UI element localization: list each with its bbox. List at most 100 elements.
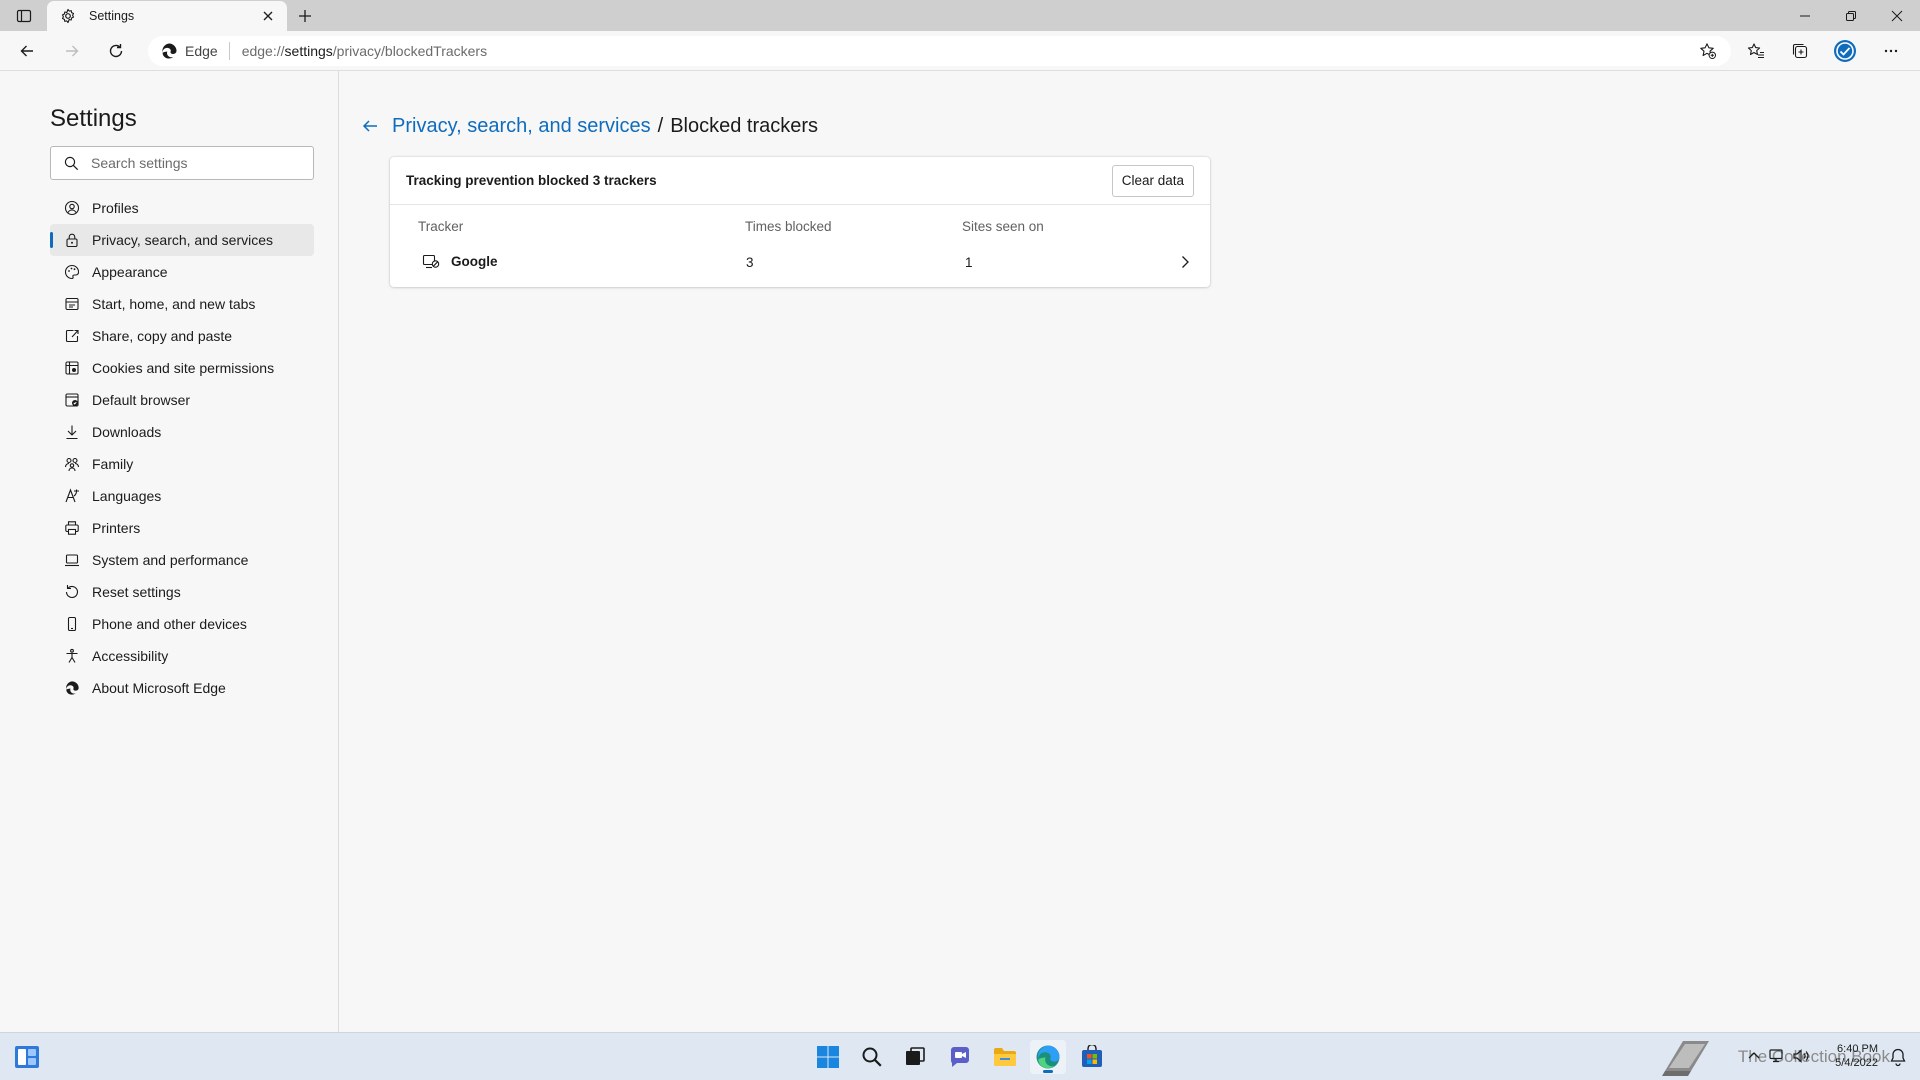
task-view-icon [906, 1047, 925, 1065]
sidebar-item-profiles[interactable]: Profiles [50, 192, 314, 224]
windows-taskbar: The Collection Book 6:40 PM 5/4/2022 [0, 1032, 1920, 1080]
url-path: /privacy/blockedTrackers [332, 43, 488, 59]
identity-label: Edge [185, 43, 218, 59]
sidebar-item-accessibility[interactable]: Accessibility [50, 640, 314, 672]
new-tab-button[interactable] [292, 4, 318, 28]
sidebar-item-label: Accessibility [92, 648, 169, 664]
column-header-times-blocked: Times blocked [745, 219, 832, 234]
clock-date: 5/4/2022 [1835, 1057, 1878, 1069]
settings-nav: Profiles Privacy, search, and services A… [50, 192, 314, 704]
sidebar-item-start-home[interactable]: Start, home, and new tabs [50, 288, 314, 320]
url-host: settings [284, 43, 333, 59]
sidebar-item-privacy[interactable]: Privacy, search, and services [50, 224, 314, 256]
clear-data-button[interactable]: Clear data [1111, 164, 1194, 197]
collections-icon [1792, 43, 1808, 59]
sidebar-item-languages[interactable]: Languages [50, 480, 314, 512]
address-url[interactable]: edge://settings/privacy/blockedTrackers [242, 43, 1693, 59]
sidebar-item-downloads[interactable]: Downloads [50, 416, 314, 448]
url-prefix: edge:// [241, 43, 285, 59]
restore-icon [1846, 10, 1856, 21]
sidebar-item-label: Privacy, search, and services [92, 232, 274, 248]
profile-button[interactable] [1829, 35, 1861, 67]
tab-title: Settings [89, 9, 135, 23]
widgets-button[interactable] [14, 1045, 40, 1069]
breadcrumb-back-button[interactable] [358, 114, 382, 138]
collections-button[interactable] [1784, 35, 1816, 67]
search-settings-box[interactable] [50, 146, 314, 180]
breadcrumb-separator: / [657, 114, 664, 137]
network-icon[interactable] [1768, 1047, 1786, 1065]
sidebar-item-phone-devices[interactable]: Phone and other devices [50, 608, 314, 640]
system-clock[interactable]: 6:40 PM 5/4/2022 [1835, 1042, 1878, 1070]
clock-time: 6:40 PM [1837, 1043, 1878, 1055]
site-identity[interactable]: Edge [148, 36, 218, 66]
chat-icon [951, 1047, 969, 1067]
profile-avatar-icon [1834, 40, 1856, 62]
chevron-right-icon[interactable] [1176, 253, 1194, 271]
sidebar-item-appearance[interactable]: Appearance [50, 256, 314, 288]
cookies-icon [63, 359, 81, 377]
back-arrow-icon [362, 120, 377, 132]
appearance-icon [63, 263, 81, 281]
restore-button[interactable] [1828, 0, 1874, 31]
task-view-button[interactable] [897, 1040, 933, 1074]
add-favorite-button[interactable] [1693, 37, 1723, 65]
sidebar-item-label: Reset settings [92, 584, 181, 600]
breadcrumb: Privacy, search, and services / Blocked … [358, 111, 818, 141]
sidebar-item-label: Cookies and site permissions [92, 360, 275, 376]
taskbar-search-button[interactable] [854, 1040, 890, 1074]
edge-logo-icon [1036, 1045, 1060, 1069]
forward-button[interactable] [56, 35, 88, 67]
close-window-button[interactable] [1874, 0, 1920, 31]
plus-icon [299, 10, 311, 22]
close-tab-icon[interactable] [259, 7, 277, 25]
sidebar-item-family[interactable]: Family [50, 448, 314, 480]
sidebar-item-label: Downloads [92, 424, 162, 440]
address-bar[interactable]: Edge edge://settings/privacy/blockedTrac… [148, 36, 1731, 66]
tab-actions-icon [16, 9, 32, 23]
sidebar-item-system[interactable]: System and performance [50, 544, 314, 576]
windows-logo-icon [817, 1046, 839, 1068]
sidebar-item-cookies[interactable]: Cookies and site permissions [50, 352, 314, 384]
sidebar-item-about-edge[interactable]: About Microsoft Edge [50, 672, 314, 704]
start-button[interactable] [810, 1040, 846, 1074]
sidebar-item-share-copy-paste[interactable]: Share, copy and paste [50, 320, 314, 352]
notification-bell-icon[interactable] [1888, 1047, 1908, 1067]
sidebar-title: Settings [50, 105, 137, 132]
sidebar-item-printers[interactable]: Printers [50, 512, 314, 544]
file-explorer-button[interactable] [987, 1040, 1023, 1074]
sidebar-item-label: Printers [92, 520, 141, 536]
sidebar-item-label: Phone and other devices [92, 616, 247, 632]
refresh-icon [109, 44, 123, 58]
sidebar-item-label: Languages [92, 488, 162, 504]
search-settings-input[interactable] [91, 155, 291, 171]
laptop-icon [63, 551, 81, 569]
family-icon [63, 455, 81, 473]
sidebar-item-reset[interactable]: Reset settings [50, 576, 314, 608]
back-button[interactable] [11, 35, 43, 67]
sidebar-item-label: Profiles [92, 200, 139, 216]
volume-icon[interactable] [1792, 1047, 1810, 1065]
address-separator [228, 42, 230, 60]
tab-settings[interactable]: Settings [47, 1, 287, 31]
search-icon [862, 1047, 882, 1067]
chevron-up-icon[interactable] [1746, 1047, 1762, 1065]
favorites-button[interactable] [1740, 35, 1772, 67]
refresh-button[interactable] [100, 35, 132, 67]
sidebar-item-default-browser[interactable]: Default browser [50, 384, 314, 416]
settings-more-button[interactable] [1875, 35, 1907, 67]
minimize-button[interactable] [1782, 0, 1828, 31]
home-tabs-icon [63, 295, 81, 313]
widgets-icon [15, 1046, 39, 1068]
settings-main: Privacy, search, and services / Blocked … [340, 71, 1920, 1032]
tab-actions-button[interactable] [10, 5, 38, 27]
sidebar-item-label: Share, copy and paste [92, 328, 233, 344]
languages-icon [63, 487, 81, 505]
teams-chat-button[interactable] [942, 1040, 978, 1074]
system-tray-icons [1746, 1047, 1810, 1065]
forward-arrow-icon [66, 45, 79, 57]
table-row[interactable]: Google 3 1 [390, 241, 1210, 285]
store-button[interactable] [1074, 1040, 1110, 1074]
breadcrumb-parent-link[interactable]: Privacy, search, and services [392, 115, 651, 138]
edge-taskbar-button[interactable] [1030, 1040, 1066, 1074]
